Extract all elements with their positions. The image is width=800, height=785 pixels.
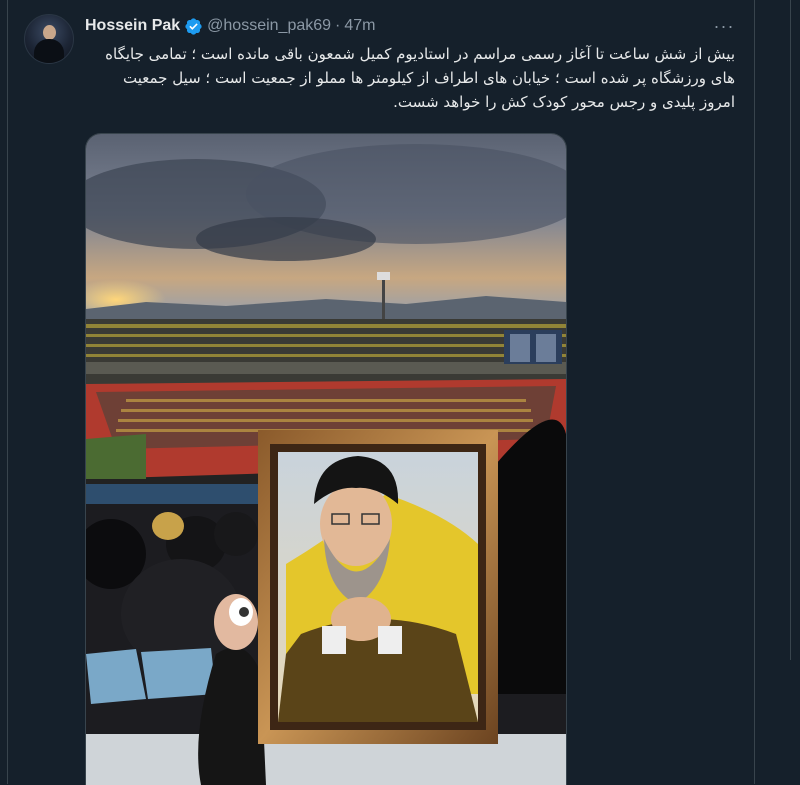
timestamp[interactable]: 47m xyxy=(344,17,375,35)
tweet-text: بیش از شش ساعت تا آغاز رسمی مراسم در است… xyxy=(105,45,735,111)
more-options-icon[interactable]: ··· xyxy=(712,14,736,38)
author-name[interactable]: Hossein Pak xyxy=(85,17,180,35)
separator-dot: · xyxy=(335,17,341,34)
left-column-border xyxy=(0,0,8,784)
verified-badge-icon xyxy=(185,17,202,35)
tweet-header: Hossein Pak @hossein_pak69 · 47m xyxy=(85,15,376,37)
avatar[interactable] xyxy=(24,14,74,64)
author-handle[interactable]: @hossein_pak69 xyxy=(207,17,331,35)
sidebar-divider xyxy=(790,0,791,660)
tweet[interactable]: Hossein Pak @hossein_pak69 · 47m ··· بیش… xyxy=(8,0,754,785)
stadium-photo-image xyxy=(86,134,566,785)
tweet-photo[interactable] xyxy=(85,133,567,785)
right-sidebar xyxy=(755,0,800,784)
